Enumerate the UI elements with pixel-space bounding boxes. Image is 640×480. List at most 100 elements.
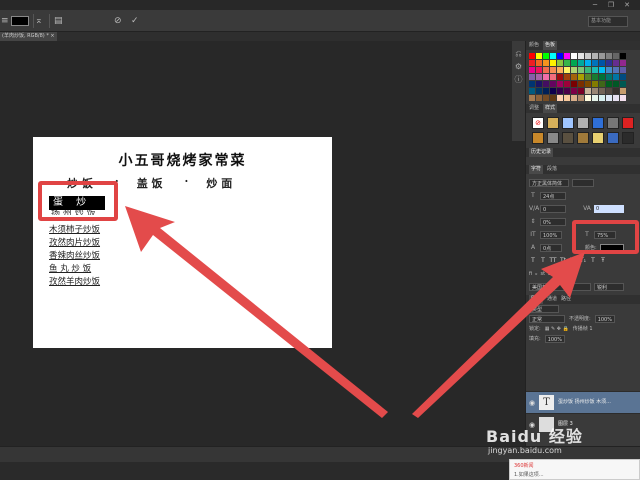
all-caps-icon[interactable]: TT bbox=[549, 257, 557, 264]
ligature-icon[interactable]: fi bbox=[529, 271, 532, 277]
small-caps-icon[interactable]: Tt bbox=[559, 257, 567, 264]
style-swatch[interactable] bbox=[592, 117, 604, 129]
color-swatch[interactable] bbox=[543, 81, 549, 87]
tab-channels[interactable]: 通道 bbox=[547, 295, 557, 304]
color-swatch[interactable] bbox=[529, 53, 535, 59]
color-swatch[interactable] bbox=[613, 88, 619, 94]
color-swatch[interactable] bbox=[585, 67, 591, 73]
layer-row-text[interactable]: ◉ T 蛋炒饭 扬州炒饭 木须... bbox=[526, 391, 640, 413]
panels-toggle-icon[interactable]: ▤ bbox=[54, 16, 63, 26]
color-swatch[interactable] bbox=[550, 81, 556, 87]
tab-layers[interactable]: 图层 bbox=[529, 295, 544, 304]
color-swatch[interactable] bbox=[613, 81, 619, 87]
tab-history[interactable]: 历史记录 bbox=[529, 148, 554, 157]
baseline-input[interactable]: 0点 bbox=[540, 243, 562, 252]
style-swatch[interactable] bbox=[547, 132, 559, 144]
color-swatch[interactable] bbox=[620, 74, 626, 80]
color-swatch[interactable] bbox=[557, 95, 563, 101]
color-swatch[interactable] bbox=[578, 95, 584, 101]
color-swatch[interactable] bbox=[578, 53, 584, 59]
style-swatch[interactable] bbox=[547, 117, 559, 129]
color-swatch[interactable] bbox=[564, 95, 570, 101]
color-swatch[interactable] bbox=[557, 81, 563, 87]
color-swatch[interactable] bbox=[606, 95, 612, 101]
color-swatch[interactable] bbox=[606, 74, 612, 80]
color-swatch[interactable] bbox=[536, 60, 542, 66]
font-style-select[interactable] bbox=[572, 178, 594, 187]
color-swatch[interactable] bbox=[578, 88, 584, 94]
color-swatch[interactable] bbox=[550, 74, 556, 80]
language-select[interactable]: 美国英语 bbox=[529, 282, 591, 291]
color-swatch[interactable] bbox=[578, 60, 584, 66]
color-swatch[interactable] bbox=[529, 67, 535, 73]
cancel-icon[interactable]: ⊘ bbox=[114, 16, 122, 26]
tab-character[interactable]: 字符 bbox=[529, 165, 544, 174]
visibility-eye-icon[interactable]: ◉ bbox=[529, 399, 535, 407]
color-swatch[interactable] bbox=[557, 67, 563, 73]
color-swatch[interactable] bbox=[599, 81, 605, 87]
history-panel-icon[interactable]: ⎌ bbox=[514, 49, 523, 58]
color-swatch[interactable] bbox=[613, 67, 619, 73]
color-swatch[interactable] bbox=[599, 60, 605, 66]
color-swatch[interactable] bbox=[620, 88, 626, 94]
color-swatch[interactable] bbox=[571, 53, 577, 59]
text-color-swatch[interactable] bbox=[11, 16, 29, 26]
menu-item[interactable]: 孜然羊肉炒饭 bbox=[49, 276, 100, 289]
color-swatch[interactable] bbox=[529, 60, 535, 66]
style-swatch[interactable] bbox=[532, 132, 544, 144]
properties-panel-icon[interactable]: ⚙ bbox=[514, 62, 523, 71]
color-swatch[interactable] bbox=[557, 60, 563, 66]
scale-input[interactable]: 0% bbox=[540, 217, 566, 226]
color-swatch[interactable] bbox=[571, 74, 577, 80]
menu-item[interactable]: 香辣肉丝炒饭 bbox=[49, 250, 100, 263]
lock-icons[interactable]: ▦ ✎ ✥ 🔒 bbox=[545, 324, 569, 334]
color-swatch[interactable] bbox=[599, 88, 605, 94]
close-icon[interactable]: ✕ bbox=[622, 1, 632, 9]
color-swatch[interactable] bbox=[550, 53, 556, 59]
color-swatch[interactable] bbox=[606, 53, 612, 59]
color-swatch[interactable] bbox=[599, 95, 605, 101]
menu-item[interactable]: 孜然肉片炒饭 bbox=[49, 237, 100, 250]
color-swatch[interactable] bbox=[599, 74, 605, 80]
color-swatch[interactable] bbox=[585, 95, 591, 101]
tab-color[interactable]: 颜色 bbox=[529, 41, 539, 50]
color-swatch[interactable] bbox=[578, 67, 584, 73]
style-swatch[interactable] bbox=[622, 117, 634, 129]
stylistic-icon[interactable]: st bbox=[540, 271, 545, 277]
style-swatch[interactable] bbox=[577, 132, 589, 144]
strikethrough-icon[interactable]: Ŧ bbox=[599, 257, 607, 264]
color-swatch[interactable] bbox=[543, 53, 549, 59]
style-swatch[interactable] bbox=[607, 117, 619, 129]
color-swatch[interactable] bbox=[536, 88, 542, 94]
tab-adjustments[interactable]: 调整 bbox=[529, 104, 539, 113]
text-orient-icon[interactable]: ≡ bbox=[1, 16, 9, 26]
color-swatch[interactable] bbox=[536, 53, 542, 59]
color-swatch[interactable] bbox=[592, 53, 598, 59]
color-swatch[interactable] bbox=[571, 60, 577, 66]
color-swatch[interactable] bbox=[613, 95, 619, 101]
color-swatch[interactable] bbox=[564, 67, 570, 73]
color-swatch[interactable] bbox=[571, 88, 577, 94]
color-swatch[interactable] bbox=[564, 88, 570, 94]
color-swatch[interactable] bbox=[592, 88, 598, 94]
color-swatch[interactable] bbox=[571, 67, 577, 73]
color-swatch[interactable] bbox=[613, 60, 619, 66]
color-swatch[interactable] bbox=[578, 74, 584, 80]
style-swatch[interactable] bbox=[607, 132, 619, 144]
color-swatch[interactable] bbox=[585, 74, 591, 80]
color-swatch[interactable] bbox=[592, 67, 598, 73]
color-swatch[interactable] bbox=[599, 67, 605, 73]
color-swatch[interactable] bbox=[571, 81, 577, 87]
color-swatch[interactable] bbox=[585, 60, 591, 66]
propagate-checkbox[interactable]: 传播帧 1 bbox=[573, 324, 593, 334]
color-swatch[interactable] bbox=[536, 81, 542, 87]
color-swatch[interactable] bbox=[543, 88, 549, 94]
fill-input[interactable]: 100% bbox=[544, 335, 565, 343]
color-swatch[interactable] bbox=[529, 81, 535, 87]
layer-filter-select[interactable]: 类型 bbox=[529, 305, 559, 313]
color-swatch[interactable] bbox=[620, 60, 626, 66]
color-swatch[interactable] bbox=[620, 53, 626, 59]
workspace-select[interactable]: 基本功能 bbox=[588, 16, 628, 27]
color-swatch[interactable] bbox=[536, 67, 542, 73]
tab-paths[interactable]: 路径 bbox=[561, 295, 571, 304]
